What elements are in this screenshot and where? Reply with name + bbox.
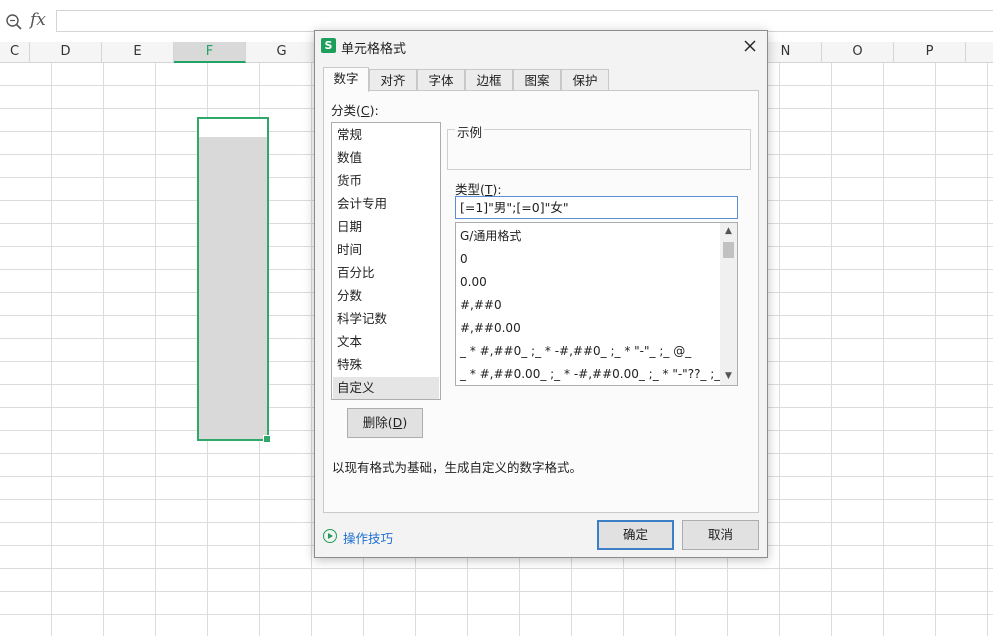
column-header-d[interactable]: D — [30, 42, 102, 62]
fx-icon[interactable]: fx — [30, 10, 46, 30]
format-item[interactable]: _ * #,##0.00_ ;_ * -#,##0.00_ ;_ * "-"??… — [460, 363, 737, 385]
category-item[interactable]: 分数 — [333, 285, 439, 307]
tab-1[interactable]: 对齐 — [369, 69, 417, 91]
tab-0[interactable]: 数字 — [323, 67, 369, 92]
category-item[interactable]: 时间 — [333, 239, 439, 261]
category-item[interactable]: 自定义 — [333, 377, 439, 399]
active-cell[interactable] — [199, 119, 267, 137]
tab-4[interactable]: 图案 — [513, 69, 561, 91]
scroll-thumb[interactable] — [723, 242, 734, 258]
formula-input[interactable] — [56, 10, 993, 32]
scroll-up-icon[interactable]: ▲ — [720, 223, 737, 240]
tips-link-text[interactable]: 操作技巧 — [343, 528, 393, 547]
tab-5[interactable]: 保护 — [561, 69, 609, 91]
sample-label: 示例 — [455, 122, 485, 141]
column-header-g[interactable]: G — [246, 42, 318, 62]
category-list[interactable]: 常规 数值 货币 会计专用 日期 时间 百分比 分数 科学记数 文本 特殊 自定义 — [331, 122, 441, 400]
format-item[interactable]: #,##0.00 — [460, 317, 521, 339]
play-circle-icon — [323, 529, 337, 543]
category-item[interactable]: 百分比 — [333, 262, 439, 284]
selected-range[interactable] — [197, 117, 271, 443]
ok-button[interactable]: 确定 — [597, 520, 674, 550]
category-item[interactable]: 科学记数 — [333, 308, 439, 330]
column-header-e[interactable]: E — [102, 42, 174, 62]
column-header-f[interactable]: F — [174, 42, 246, 63]
category-item[interactable]: 日期 — [333, 216, 439, 238]
format-list-scrollbar[interactable]: ▲ ▼ — [720, 223, 737, 385]
column-header-p[interactable]: P — [894, 42, 966, 62]
cancel-button[interactable]: 取消 — [682, 520, 759, 550]
column-header-o[interactable]: O — [822, 42, 894, 62]
delete-button[interactable]: 删除(D) — [347, 408, 423, 438]
column-header-c[interactable]: C — [0, 42, 30, 62]
sample-group — [447, 129, 751, 170]
category-item[interactable]: 文本 — [333, 331, 439, 353]
category-item[interactable]: 特殊 — [333, 354, 439, 376]
number-tab-panel: 分类(C): 常规 数值 货币 会计专用 日期 时间 百分比 分数 科学记数 文本 特殊 自定义 删除… — [323, 90, 759, 513]
close-icon[interactable] — [739, 35, 761, 57]
wps-logo-icon: S — [321, 38, 336, 53]
scroll-down-icon[interactable]: ▼ — [720, 368, 737, 385]
format-item[interactable]: 0 — [460, 248, 468, 270]
format-item[interactable]: _ * #,##0_ ;_ * -#,##0_ ;_ * "-"_ ;_ @_ — [460, 340, 691, 362]
format-item[interactable]: #,##0 — [460, 294, 502, 316]
format-item[interactable]: 0.00 — [460, 271, 487, 293]
category-item[interactable]: 常规 — [333, 124, 439, 146]
format-cells-dialog: S 单元格格式 数字 对齐 字体 边框 图案 保护 分类(C): 常规 数值 货币 会计专用 日期… — [314, 30, 768, 558]
fill-handle[interactable] — [263, 435, 271, 443]
category-item[interactable]: 会计专用 — [333, 193, 439, 215]
category-item[interactable]: 数值 — [333, 147, 439, 169]
category-item[interactable]: 货币 — [333, 170, 439, 192]
format-description: 以现有格式为基础，生成自定义的数字格式。 — [332, 460, 583, 475]
format-item[interactable]: G/通用格式 — [460, 225, 521, 247]
dialog-title: 单元格格式 — [341, 42, 407, 57]
tab-2[interactable]: 字体 — [417, 69, 465, 91]
type-input[interactable]: [=1]"男";[=0]"女" — [455, 196, 738, 219]
format-list[interactable]: _ * #,##0.00_ ;_ * -#,##0.00_ ;_ * "-"??… — [455, 222, 738, 386]
category-label: 分类(C): — [331, 103, 379, 118]
tab-3[interactable]: 边框 — [465, 69, 513, 91]
dialog-titlebar[interactable]: S 单元格格式 — [315, 31, 767, 61]
zoom-icon[interactable] — [5, 13, 23, 31]
